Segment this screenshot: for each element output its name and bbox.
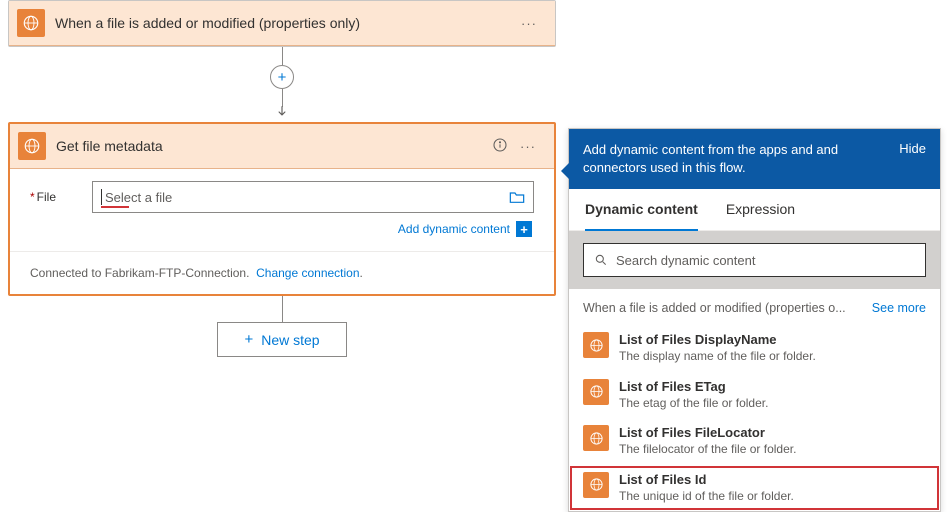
dynamic-item-desc: The unique id of the file or folder. [619, 489, 794, 505]
action-menu-button[interactable]: ··· [514, 139, 542, 154]
ftp-connector-icon [583, 332, 609, 358]
ftp-connector-icon [17, 9, 45, 37]
hide-panel-button[interactable]: Hide [899, 141, 926, 177]
see-more-link[interactable]: See more [872, 301, 926, 315]
file-field-label: *File [30, 190, 92, 204]
change-connection-link[interactable]: Change connection [256, 266, 359, 280]
dynamic-content-item[interactable]: List of Files IdThe unique id of the fil… [569, 465, 940, 511]
trigger-menu-button[interactable]: ··· [515, 16, 543, 31]
arrow-down-icon [275, 107, 289, 122]
dynamic-item-desc: The etag of the file or folder. [619, 396, 768, 412]
tab-dynamic-content[interactable]: Dynamic content [585, 189, 698, 231]
dynamic-panel-header-text: Add dynamic content from the apps and an… [583, 141, 889, 177]
dynamic-content-item[interactable]: List of Files FileLocatorThe filelocator… [569, 418, 940, 464]
dynamic-item-desc: The filelocator of the file or folder. [619, 442, 796, 458]
ftp-connector-icon [18, 132, 46, 160]
dynamic-item-title: List of Files ETag [619, 379, 768, 396]
info-icon[interactable] [492, 137, 508, 156]
ftp-connector-icon [583, 425, 609, 451]
add-dynamic-content-link[interactable]: Add dynamic content [398, 222, 510, 236]
tab-expression[interactable]: Expression [726, 189, 795, 230]
action-card[interactable]: Get file metadata ··· *File Select a fil… [8, 122, 556, 296]
dynamic-content-panel: Add dynamic content from the apps and an… [568, 128, 941, 512]
add-dynamic-content-icon[interactable]: + [516, 221, 532, 237]
dynamic-item-desc: The display name of the file or folder. [619, 349, 816, 365]
dynamic-item-title: List of Files DisplayName [619, 332, 816, 349]
trigger-title: When a file is added or modified (proper… [55, 15, 515, 31]
new-step-button[interactable]: +New step [217, 322, 346, 357]
connection-status: Connected to Fabrikam-FTP-Connection. Ch… [10, 251, 554, 294]
search-icon [594, 253, 608, 267]
dynamic-section-title: When a file is added or modified (proper… [583, 301, 864, 315]
file-placeholder: Select a file [105, 190, 172, 205]
folder-picker-icon[interactable] [509, 190, 525, 204]
dynamic-item-title: List of Files FileLocator [619, 425, 796, 442]
panel-caret-icon [561, 163, 569, 179]
insert-step-button[interactable]: + [270, 65, 294, 89]
action-title: Get file metadata [56, 138, 492, 154]
dynamic-content-item[interactable]: List of Files DisplayNameThe display nam… [569, 325, 940, 371]
connector-line: + [8, 47, 556, 122]
search-placeholder: Search dynamic content [616, 253, 755, 268]
ftp-connector-icon [583, 379, 609, 405]
file-input[interactable]: Select a file [92, 181, 534, 213]
trigger-card[interactable]: When a file is added or modified (proper… [8, 0, 556, 47]
dynamic-item-title: List of Files Id [619, 472, 794, 489]
ftp-connector-icon [583, 472, 609, 498]
dynamic-content-item[interactable]: List of Files ETagThe etag of the file o… [569, 372, 940, 418]
search-input[interactable]: Search dynamic content [583, 243, 926, 277]
